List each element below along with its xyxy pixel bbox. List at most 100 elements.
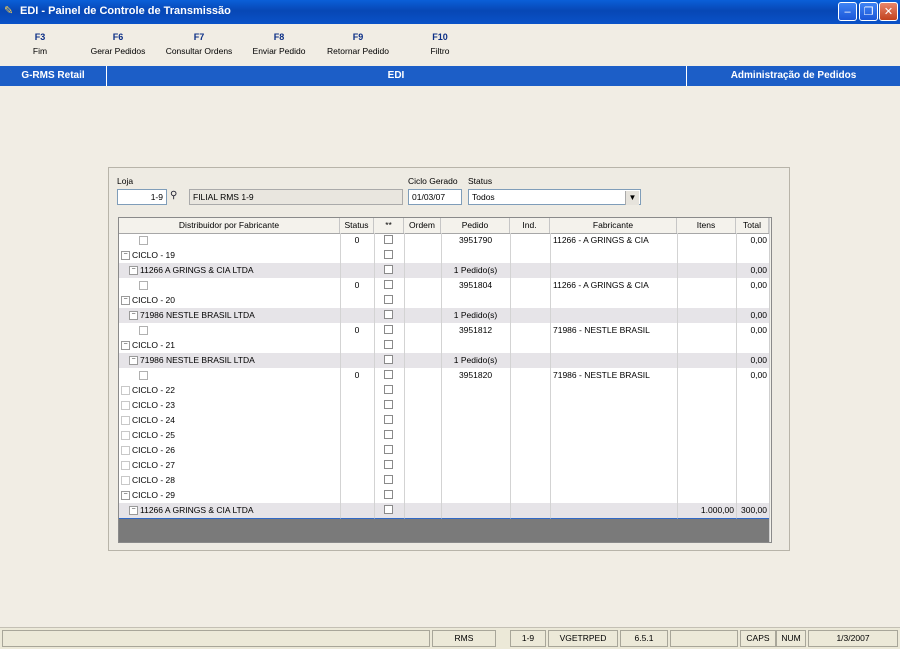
column-header[interactable]: **	[374, 218, 404, 233]
row-checkbox[interactable]	[384, 325, 393, 334]
cell-divider	[340, 263, 341, 278]
column-header[interactable]: Ind.	[510, 218, 550, 233]
collapse-icon[interactable]: −	[121, 491, 130, 501]
row-checkbox[interactable]	[384, 250, 393, 259]
expand-icon[interactable]	[121, 401, 130, 411]
row-checkbox[interactable]	[384, 400, 393, 409]
row-checkbox[interactable]	[384, 265, 393, 274]
row-checkbox[interactable]	[384, 430, 393, 439]
collapse-icon[interactable]: −	[129, 506, 138, 516]
loja-input[interactable]: 1-9	[117, 189, 167, 205]
itens-cell: 1.000,00	[700, 505, 734, 515]
table-row[interactable]: − CICLO - 29	[119, 488, 769, 503]
row-checkbox[interactable]	[384, 310, 393, 319]
collapse-icon[interactable]: −	[129, 356, 138, 366]
leaf-node-icon[interactable]	[139, 281, 148, 291]
binoculars-icon[interactable]: ⚲	[170, 190, 177, 201]
leaf-node-icon[interactable]	[139, 326, 148, 336]
status-select[interactable]: Todos ▼	[468, 189, 641, 205]
row-checkbox[interactable]	[384, 505, 393, 514]
fkey-f8-button[interactable]: F8 Enviar Pedido	[239, 32, 319, 56]
row-checkbox[interactable]	[384, 370, 393, 379]
row-checkbox[interactable]	[384, 295, 393, 304]
expand-icon[interactable]	[121, 476, 130, 486]
cell-divider	[374, 413, 375, 428]
expand-icon[interactable]	[121, 416, 130, 426]
column-header[interactable]: Distribuidor por Fabricante	[119, 218, 340, 233]
table-row[interactable]: CICLO - 23	[119, 398, 769, 413]
row-checkbox[interactable]	[384, 445, 393, 454]
table-row[interactable]: 0 3951812 71986 - NESTLE BRASIL 0,00	[119, 323, 769, 338]
table-row[interactable]: CICLO - 26	[119, 443, 769, 458]
cell-divider	[677, 233, 678, 248]
cell-divider	[404, 398, 405, 413]
collapse-icon[interactable]: −	[129, 266, 138, 276]
tree-cell: CICLO - 26	[121, 443, 175, 458]
expand-icon[interactable]	[121, 386, 130, 396]
ciclo-gerado-input[interactable]: 01/03/07	[408, 189, 462, 205]
column-header[interactable]: Itens	[677, 218, 736, 233]
column-header[interactable]: Ordem	[404, 218, 441, 233]
scroll-thumb[interactable]	[771, 318, 772, 528]
table-row[interactable]: 0 3951790 11266 - A GRINGS & CIA 0,00	[119, 233, 769, 248]
cell-divider	[550, 278, 551, 293]
filter-panel: Loja 1-9 ⚲ FILIAL RMS 1-9 Ciclo Gerado 0…	[108, 167, 790, 551]
column-header[interactable]: Total	[736, 218, 769, 233]
row-checkbox[interactable]	[384, 280, 393, 289]
close-button[interactable]: ✕	[879, 2, 898, 21]
title-bar: ✎ EDI - Painel de Controle de Transmissã…	[0, 0, 900, 24]
table-row[interactable]: − CICLO - 21	[119, 338, 769, 353]
row-checkbox[interactable]	[384, 415, 393, 424]
table-row[interactable]: − CICLO - 20	[119, 293, 769, 308]
table-row[interactable]: −71986 NESTLE BRASIL LTDA 1 Pedido(s) 0,00	[119, 353, 769, 368]
scroll-up-button[interactable]: ▲	[771, 219, 772, 232]
minimize-button[interactable]: –	[838, 2, 857, 21]
cell-divider	[340, 488, 341, 503]
cell-divider	[404, 458, 405, 473]
maximize-button[interactable]: ❐	[859, 2, 878, 21]
fkey-f9-button[interactable]: F9 Retornar Pedido	[318, 32, 398, 56]
pedido-cell: 3951812	[458, 325, 493, 335]
column-header[interactable]: Status	[340, 218, 374, 233]
row-checkbox[interactable]	[384, 340, 393, 349]
leaf-node-icon[interactable]	[139, 371, 148, 381]
expand-icon[interactable]	[121, 446, 130, 456]
collapse-icon[interactable]: −	[121, 296, 130, 306]
cell-divider	[340, 293, 341, 308]
expand-icon[interactable]	[121, 461, 130, 471]
table-row[interactable]: CICLO - 28	[119, 473, 769, 488]
row-checkbox[interactable]	[384, 475, 393, 484]
table-row[interactable]: CICLO - 22	[119, 383, 769, 398]
table-row[interactable]: CICLO - 25	[119, 428, 769, 443]
fkey-f6-button[interactable]: F6 Gerar Pedidos	[78, 32, 158, 56]
row-checkbox[interactable]	[384, 235, 393, 244]
table-row[interactable]: − CICLO - 19	[119, 248, 769, 263]
table-row[interactable]: −71986 NESTLE BRASIL LTDA 1 Pedido(s) 0,00	[119, 308, 769, 323]
table-row[interactable]: −11266 A GRINGS & CIA LTDA 1 Pedido(s) 0,0…	[119, 263, 769, 278]
fkey-f10-button[interactable]: F10 Filtro	[400, 32, 480, 56]
row-checkbox[interactable]	[384, 355, 393, 364]
collapse-icon[interactable]: −	[121, 251, 130, 261]
tree-cell: CICLO - 28	[121, 473, 175, 488]
table-row[interactable]: −11266 A GRINGS & CIA LTDA 1.000,00 300,00	[119, 503, 769, 518]
vertical-scrollbar[interactable]: ▲ ▼	[769, 218, 772, 542]
column-header[interactable]: Fabricante	[550, 218, 677, 233]
table-row[interactable]: CICLO - 27	[119, 458, 769, 473]
collapse-icon[interactable]: −	[121, 341, 130, 351]
fkey-key: F6	[112, 32, 124, 42]
collapse-icon[interactable]: −	[129, 311, 138, 321]
row-checkbox[interactable]	[384, 385, 393, 394]
table-row[interactable]: CICLO - 24	[119, 413, 769, 428]
row-checkbox[interactable]	[384, 460, 393, 469]
table-row[interactable]: 0 3951820 71986 - NESTLE BRASIL 0,00	[119, 368, 769, 383]
leaf-node-icon[interactable]	[139, 236, 148, 246]
scroll-down-button[interactable]: ▼	[771, 529, 772, 542]
expand-icon[interactable]	[121, 431, 130, 441]
column-header[interactable]: Pedido	[441, 218, 510, 233]
fkey-f3-button[interactable]: F3 Fim	[0, 32, 80, 56]
chevron-down-icon[interactable]: ▼	[625, 191, 639, 205]
row-checkbox[interactable]	[384, 490, 393, 499]
cell-divider	[441, 383, 442, 398]
table-row[interactable]: 0 3951804 11266 - A GRINGS & CIA 0,00	[119, 278, 769, 293]
fkey-f7-button[interactable]: F7 Consultar Ordens	[159, 32, 239, 56]
